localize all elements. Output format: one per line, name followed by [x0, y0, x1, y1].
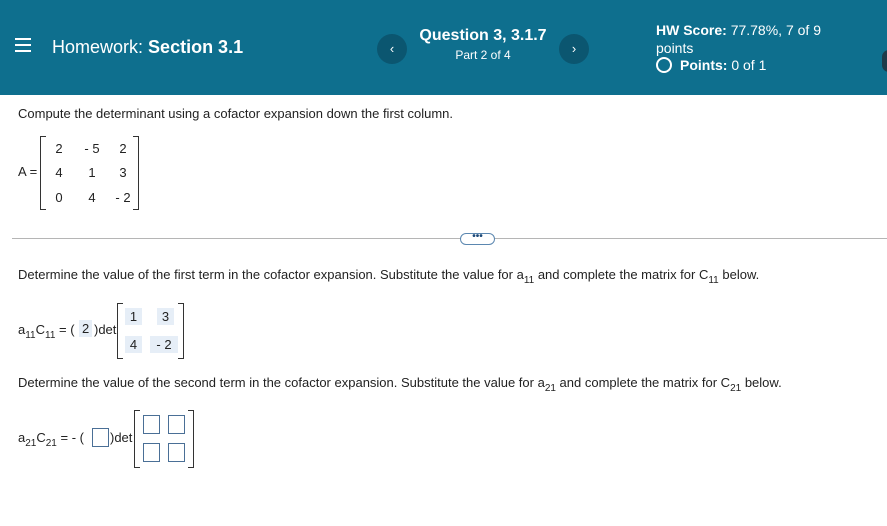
step2-lhs: a21C21 = - ( [18, 430, 84, 449]
step2-a-sub: 21 [25, 438, 37, 449]
step2-coefficient-input[interactable] [92, 428, 109, 447]
hw-score-label: HW Score: [656, 22, 727, 38]
points-label: Points: [680, 57, 728, 73]
previous-question-button[interactable]: ‹ [377, 34, 407, 64]
hw-score-value: 77.78%, 7 of 9 [730, 22, 821, 38]
step1-c: C [35, 322, 46, 337]
homework-title: Homework: Section 3.1 [52, 37, 243, 58]
step1-instruction-text: below. [718, 267, 760, 282]
step1-coefficient-answer[interactable]: 2 [79, 320, 93, 337]
step2-instruction-sub: 21 [730, 383, 742, 394]
points-circle-icon [656, 57, 672, 73]
question-title: Question 3, 3.1.7 [419, 27, 547, 44]
chevron-right-icon: › [571, 41, 577, 56]
step1-matrix-left-bracket [117, 303, 123, 359]
side-panel-toggle[interactable] [882, 50, 887, 72]
matrix-a-left-bracket [40, 136, 46, 210]
step1-matrix-answer[interactable]: 4 [125, 336, 142, 353]
step2-matrix-right-bracket [188, 410, 194, 468]
question-part: Part 2 of 4 [455, 48, 511, 62]
step2-matrix-input[interactable] [143, 443, 160, 462]
step2-matrix-input[interactable] [168, 415, 185, 434]
step1-lhs: a11C11 = ( [18, 322, 75, 341]
matrix-a-cell: 4 [55, 165, 63, 180]
header-bar: Homework: Section 3.1 ‹ Question 3, 3.1.… [0, 0, 887, 95]
homework-section: Section 3.1 [148, 37, 244, 57]
step2-det: )det [110, 430, 133, 445]
step1-instruction: Determine the value of the first term in… [18, 267, 759, 286]
step1-matrix-answer[interactable]: 3 [157, 308, 174, 325]
step2-c-sub: 21 [45, 438, 57, 449]
matrix-a-cell: 1 [88, 165, 96, 180]
step2-instruction-text: Determine the value of the second term i… [18, 375, 545, 390]
points-value: 0 of 1 [731, 57, 767, 73]
step2-instruction-text: below. [741, 375, 782, 390]
step2-equals: = - ( [60, 430, 84, 445]
step2-matrix-input[interactable] [143, 415, 160, 434]
matrix-a-cell: 3 [119, 165, 127, 180]
step2-instruction-text: and complete the matrix for C [555, 375, 731, 390]
matrix-a-cell: 2 [119, 141, 127, 156]
matrix-a-cell: 2 [55, 141, 63, 156]
step1-instruction-text: Determine the value of the first term in… [18, 267, 524, 282]
matrix-a-cell: 0 [55, 190, 63, 205]
step1-instruction-sub: 11 [708, 275, 719, 286]
matrix-a-cell: 4 [88, 190, 96, 205]
show-more-button[interactable]: ••• [460, 232, 495, 245]
step2-c: C [36, 430, 46, 445]
step1-c-sub: 11 [45, 330, 56, 341]
step2-instruction-sub: 21 [544, 383, 556, 394]
step1-equals: = ( [59, 322, 75, 337]
step1-instruction-text: and complete the matrix for C [534, 267, 709, 282]
homework-prefix: Homework: [52, 37, 144, 57]
step2-instruction: Determine the value of the second term i… [18, 375, 782, 394]
chevron-left-icon: ‹ [389, 41, 395, 56]
step1-matrix-answer[interactable]: 1 [125, 308, 142, 325]
step1-matrix-answer[interactable]: - 2 [150, 336, 178, 353]
points-status: Points: 0 of 1 [656, 57, 766, 73]
hw-score: HW Score: 77.78%, 7 of 9 points [656, 21, 846, 57]
step1-a-sub: 11 [25, 330, 36, 341]
step1-instruction-sub: 11 [523, 275, 535, 286]
matrix-a-cell: - 5 [84, 141, 100, 156]
problem-instruction: Compute the determinant using a cofactor… [18, 106, 454, 121]
hamburger-menu-icon[interactable] [15, 38, 31, 52]
step1-matrix-right-bracket [178, 303, 184, 359]
matrix-a-cell: - 2 [115, 190, 131, 205]
step1-det: )det [94, 322, 117, 337]
step2-matrix-input[interactable] [168, 443, 185, 462]
matrix-a-label: A = [18, 164, 38, 179]
hw-score-unit: points [656, 40, 694, 56]
section-divider [12, 238, 887, 239]
next-question-button[interactable]: › [559, 34, 589, 64]
step2-matrix-left-bracket [134, 410, 140, 468]
